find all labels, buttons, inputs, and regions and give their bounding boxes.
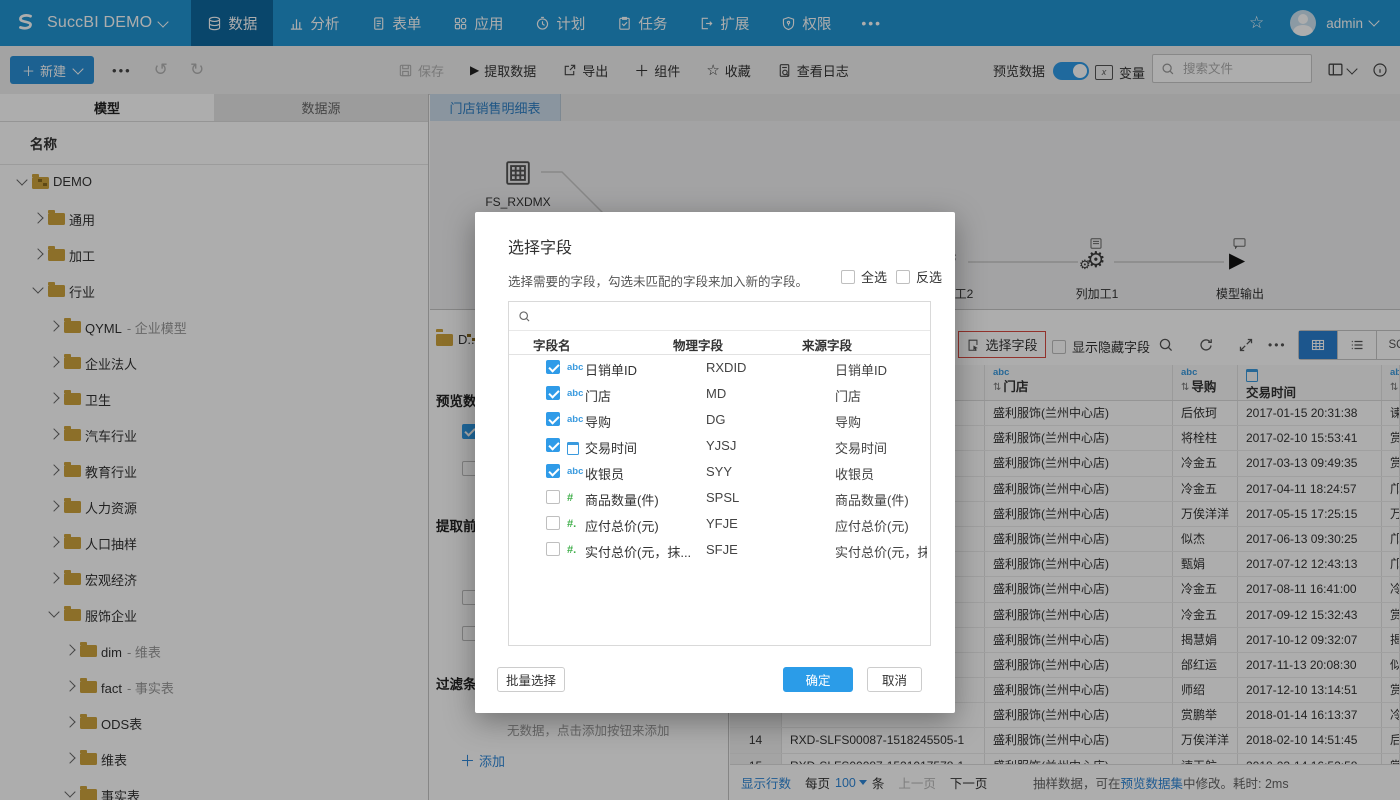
app-window: SuccBI DEMO 数据 分析 表单 应用 计划	[0, 0, 1400, 800]
checkbox-icon[interactable]	[546, 360, 560, 374]
checkbox-icon	[896, 270, 910, 284]
col-physical: 物理字段	[673, 335, 723, 354]
search-icon	[518, 310, 531, 323]
field-row[interactable]: abc 门店 MD 门店	[509, 381, 930, 407]
checkbox-icon[interactable]	[546, 516, 560, 530]
select-all-checkbox[interactable]: 全选	[841, 267, 887, 286]
checkbox-icon[interactable]	[546, 464, 560, 478]
ok-button[interactable]: 确定	[783, 667, 853, 692]
field-row[interactable]: abc 收银员 SYY 收银员	[509, 459, 930, 485]
checkbox-icon[interactable]	[546, 412, 560, 426]
field-row[interactable]: abc 日销单ID RXDID 日销单ID	[509, 355, 930, 381]
calendar-icon	[567, 442, 579, 455]
checkbox-icon[interactable]	[546, 386, 560, 400]
col-field-name: 字段名	[533, 335, 571, 354]
checkbox-icon[interactable]	[546, 490, 560, 504]
checkbox-icon[interactable]	[546, 438, 560, 452]
field-table-header: 字段名 物理字段 来源字段	[509, 331, 930, 355]
batch-select-button[interactable]: 批量选择	[497, 667, 565, 692]
field-row[interactable]: abc 导购 DG 导购	[509, 407, 930, 433]
invert-selection-checkbox[interactable]: 反选	[896, 267, 942, 286]
field-row[interactable]: #. 应付总价(元) YFJE 应付总价(元)	[509, 511, 930, 537]
checkbox-icon	[841, 270, 855, 284]
field-row[interactable]: # 商品数量(件) SPSL 商品数量(件)	[509, 485, 930, 511]
field-search-input[interactable]	[537, 308, 930, 324]
field-row[interactable]: #. 实付总价(元，抹... SFJE 实付总价(元，抹...	[509, 537, 930, 563]
dialog-title: 选择字段	[508, 234, 572, 258]
col-source: 来源字段	[802, 335, 852, 354]
field-list-box: 字段名 物理字段 来源字段 abc 日销单ID RXDID 日销单ID abc …	[508, 301, 931, 646]
checkbox-icon[interactable]	[546, 542, 560, 556]
cancel-button[interactable]: 取消	[867, 667, 922, 692]
select-fields-dialog: 选择字段 选择需要的字段，勾选未匹配的字段来加入新的字段。 全选 反选 字段名 …	[475, 212, 955, 713]
field-row[interactable]: 交易时间 YJSJ 交易时间	[509, 433, 930, 459]
field-search-row	[509, 302, 930, 331]
dialog-subtitle: 选择需要的字段，勾选未匹配的字段来加入新的字段。	[508, 271, 808, 290]
